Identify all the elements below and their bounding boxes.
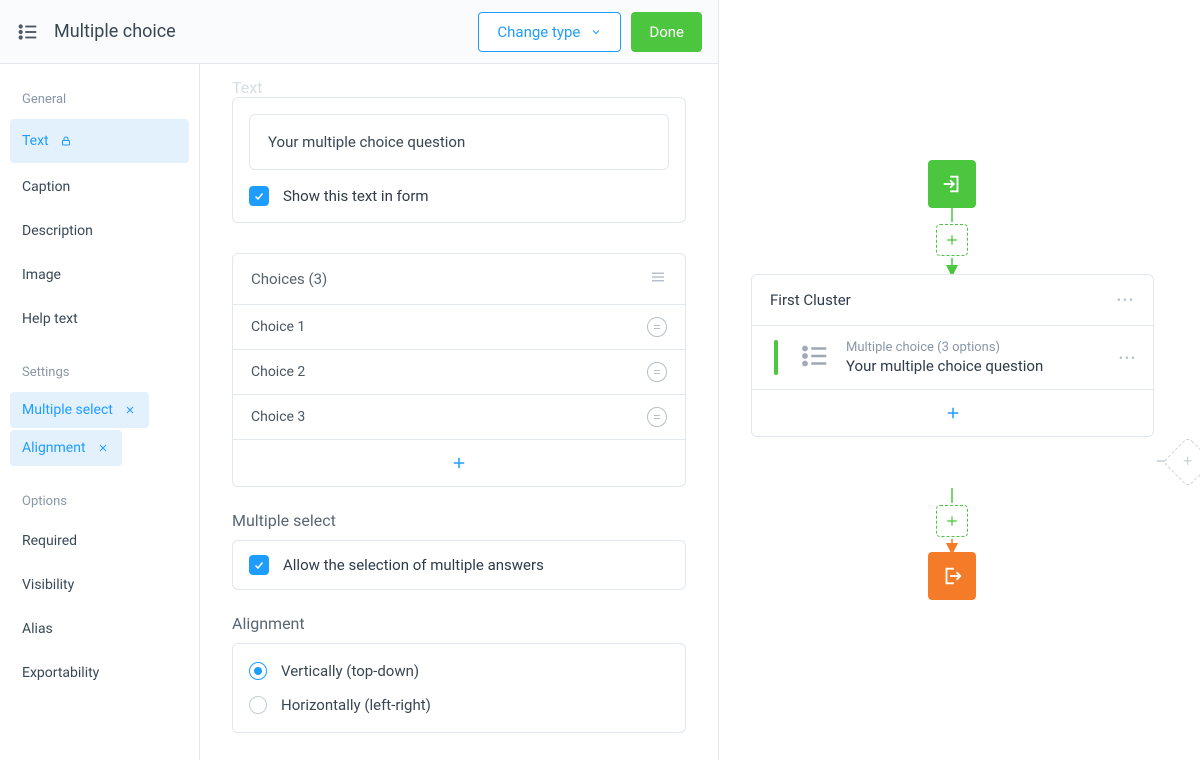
sidebar-group-general: General [0, 82, 199, 117]
sidebar-item-label: Alignment [22, 440, 86, 456]
sidebar-item-description[interactable]: Description [0, 209, 199, 253]
flow-canvas[interactable]: First Cluster ••• Multiple choice (3 opt… [719, 0, 1200, 760]
change-type-label: Change type [497, 23, 580, 41]
cluster-question-row[interactable]: Multiple choice (3 options) Your multipl… [752, 326, 1153, 390]
flow-start-node[interactable] [928, 160, 976, 208]
show-text-label: Show this text in form [283, 187, 429, 205]
section-label-multiple-select: Multiple select [232, 511, 686, 530]
sidebar-item-multiple-select[interactable]: Multiple select [10, 392, 149, 428]
more-icon[interactable]: ••• [1117, 293, 1135, 307]
multiple-choice-icon [800, 341, 830, 375]
logout-icon [941, 565, 963, 587]
menu-icon[interactable] [649, 268, 667, 290]
sidebar-group-settings: Settings [0, 355, 199, 390]
editor-content: Text Your multiple choice question Show … [200, 64, 718, 760]
choices-header-label: Choices (3) [251, 270, 327, 288]
settings-sidebar: General Text Caption Description Image H… [0, 64, 200, 760]
choice-row[interactable]: Choice 3 [233, 395, 685, 440]
alignment-vertical-label: Vertically (top-down) [281, 662, 419, 680]
close-icon[interactable] [123, 403, 137, 417]
drag-handle-icon[interactable] [647, 317, 667, 337]
cluster-add-button[interactable] [752, 390, 1153, 436]
alignment-card: Vertically (top-down) Horizontally (left… [232, 643, 686, 733]
check-icon [253, 190, 265, 202]
add-node-button[interactable] [936, 224, 968, 256]
cluster-question-text: Your multiple choice question [846, 357, 1103, 375]
sidebar-item-label: Help text [22, 311, 78, 327]
sidebar-item-label: Visibility [22, 577, 74, 593]
text-card: Your multiple choice question Show this … [232, 97, 686, 223]
sidebar-item-label: Required [22, 533, 77, 549]
alignment-option-horizontal[interactable]: Horizontally (left-right) [249, 688, 669, 722]
cluster-card[interactable]: First Cluster ••• Multiple choice (3 opt… [751, 274, 1154, 437]
plus-icon [450, 454, 468, 472]
close-icon[interactable] [96, 441, 110, 455]
done-label: Done [649, 23, 684, 41]
allow-multiple-label: Allow the selection of multiple answers [283, 556, 544, 574]
sidebar-item-required[interactable]: Required [0, 519, 199, 563]
sidebar-item-label: Image [22, 267, 61, 283]
sidebar-item-text[interactable]: Text [10, 119, 189, 163]
choice-row[interactable]: Choice 1 [233, 305, 685, 350]
plus-icon [944, 513, 960, 529]
sidebar-item-label: Description [22, 223, 93, 239]
plus-icon [1181, 454, 1195, 468]
multiple-select-card: Allow the selection of multiple answers [232, 540, 686, 590]
page-title: Multiple choice [54, 21, 176, 42]
radio-unchecked-icon [249, 696, 267, 714]
login-icon [941, 173, 963, 195]
allow-multiple-checkbox[interactable] [249, 555, 269, 575]
multiple-choice-icon [16, 20, 40, 44]
sidebar-group-options: Options [0, 484, 199, 519]
add-choice-button[interactable] [233, 440, 685, 486]
sidebar-item-help-text[interactable]: Help text [0, 297, 199, 341]
sidebar-item-label: Multiple select [22, 402, 113, 418]
flow-end-node[interactable] [928, 552, 976, 600]
plus-icon [944, 232, 960, 248]
add-branch-button[interactable] [1163, 437, 1200, 488]
sidebar-item-label: Exportability [22, 665, 99, 681]
show-text-checkbox[interactable] [249, 186, 269, 206]
check-icon [253, 559, 265, 571]
radio-checked-icon [249, 662, 267, 680]
section-label-text: Text [232, 78, 686, 97]
alignment-option-vertical[interactable]: Vertically (top-down) [249, 654, 669, 688]
choice-row[interactable]: Choice 2 [233, 350, 685, 395]
drag-handle-icon[interactable] [647, 362, 667, 382]
sidebar-item-label: Caption [22, 179, 70, 195]
sidebar-item-caption[interactable]: Caption [0, 165, 199, 209]
sidebar-item-alias[interactable]: Alias [0, 607, 199, 651]
drag-handle-icon[interactable] [647, 407, 667, 427]
choice-label: Choice 3 [251, 409, 305, 425]
change-type-button[interactable]: Change type [478, 12, 621, 52]
sidebar-item-image[interactable]: Image [0, 253, 199, 297]
done-button[interactable]: Done [631, 12, 702, 52]
cluster-title: First Cluster [770, 291, 851, 309]
sidebar-item-visibility[interactable]: Visibility [0, 563, 199, 607]
accent-bar [774, 340, 778, 375]
sidebar-item-exportability[interactable]: Exportability [0, 651, 199, 695]
alignment-horizontal-label: Horizontally (left-right) [281, 696, 431, 714]
more-icon[interactable]: ••• [1119, 351, 1137, 365]
choices-card: Choices (3) Choice 1 Choice 2 C [232, 253, 686, 487]
add-node-button[interactable] [936, 505, 968, 537]
chevron-down-icon [590, 26, 602, 38]
question-text-input[interactable]: Your multiple choice question [249, 114, 669, 170]
sidebar-item-alignment[interactable]: Alignment [10, 430, 122, 466]
choice-label: Choice 1 [251, 319, 305, 335]
editor-header: Multiple choice Change type Done [0, 0, 718, 64]
section-label-alignment: Alignment [232, 614, 686, 633]
plus-icon [944, 404, 962, 422]
lock-icon [59, 134, 73, 148]
choice-label: Choice 2 [251, 364, 305, 380]
sidebar-item-label: Text [22, 133, 49, 149]
cluster-question-meta: Multiple choice (3 options) [846, 340, 1103, 355]
sidebar-item-label: Alias [22, 621, 53, 637]
